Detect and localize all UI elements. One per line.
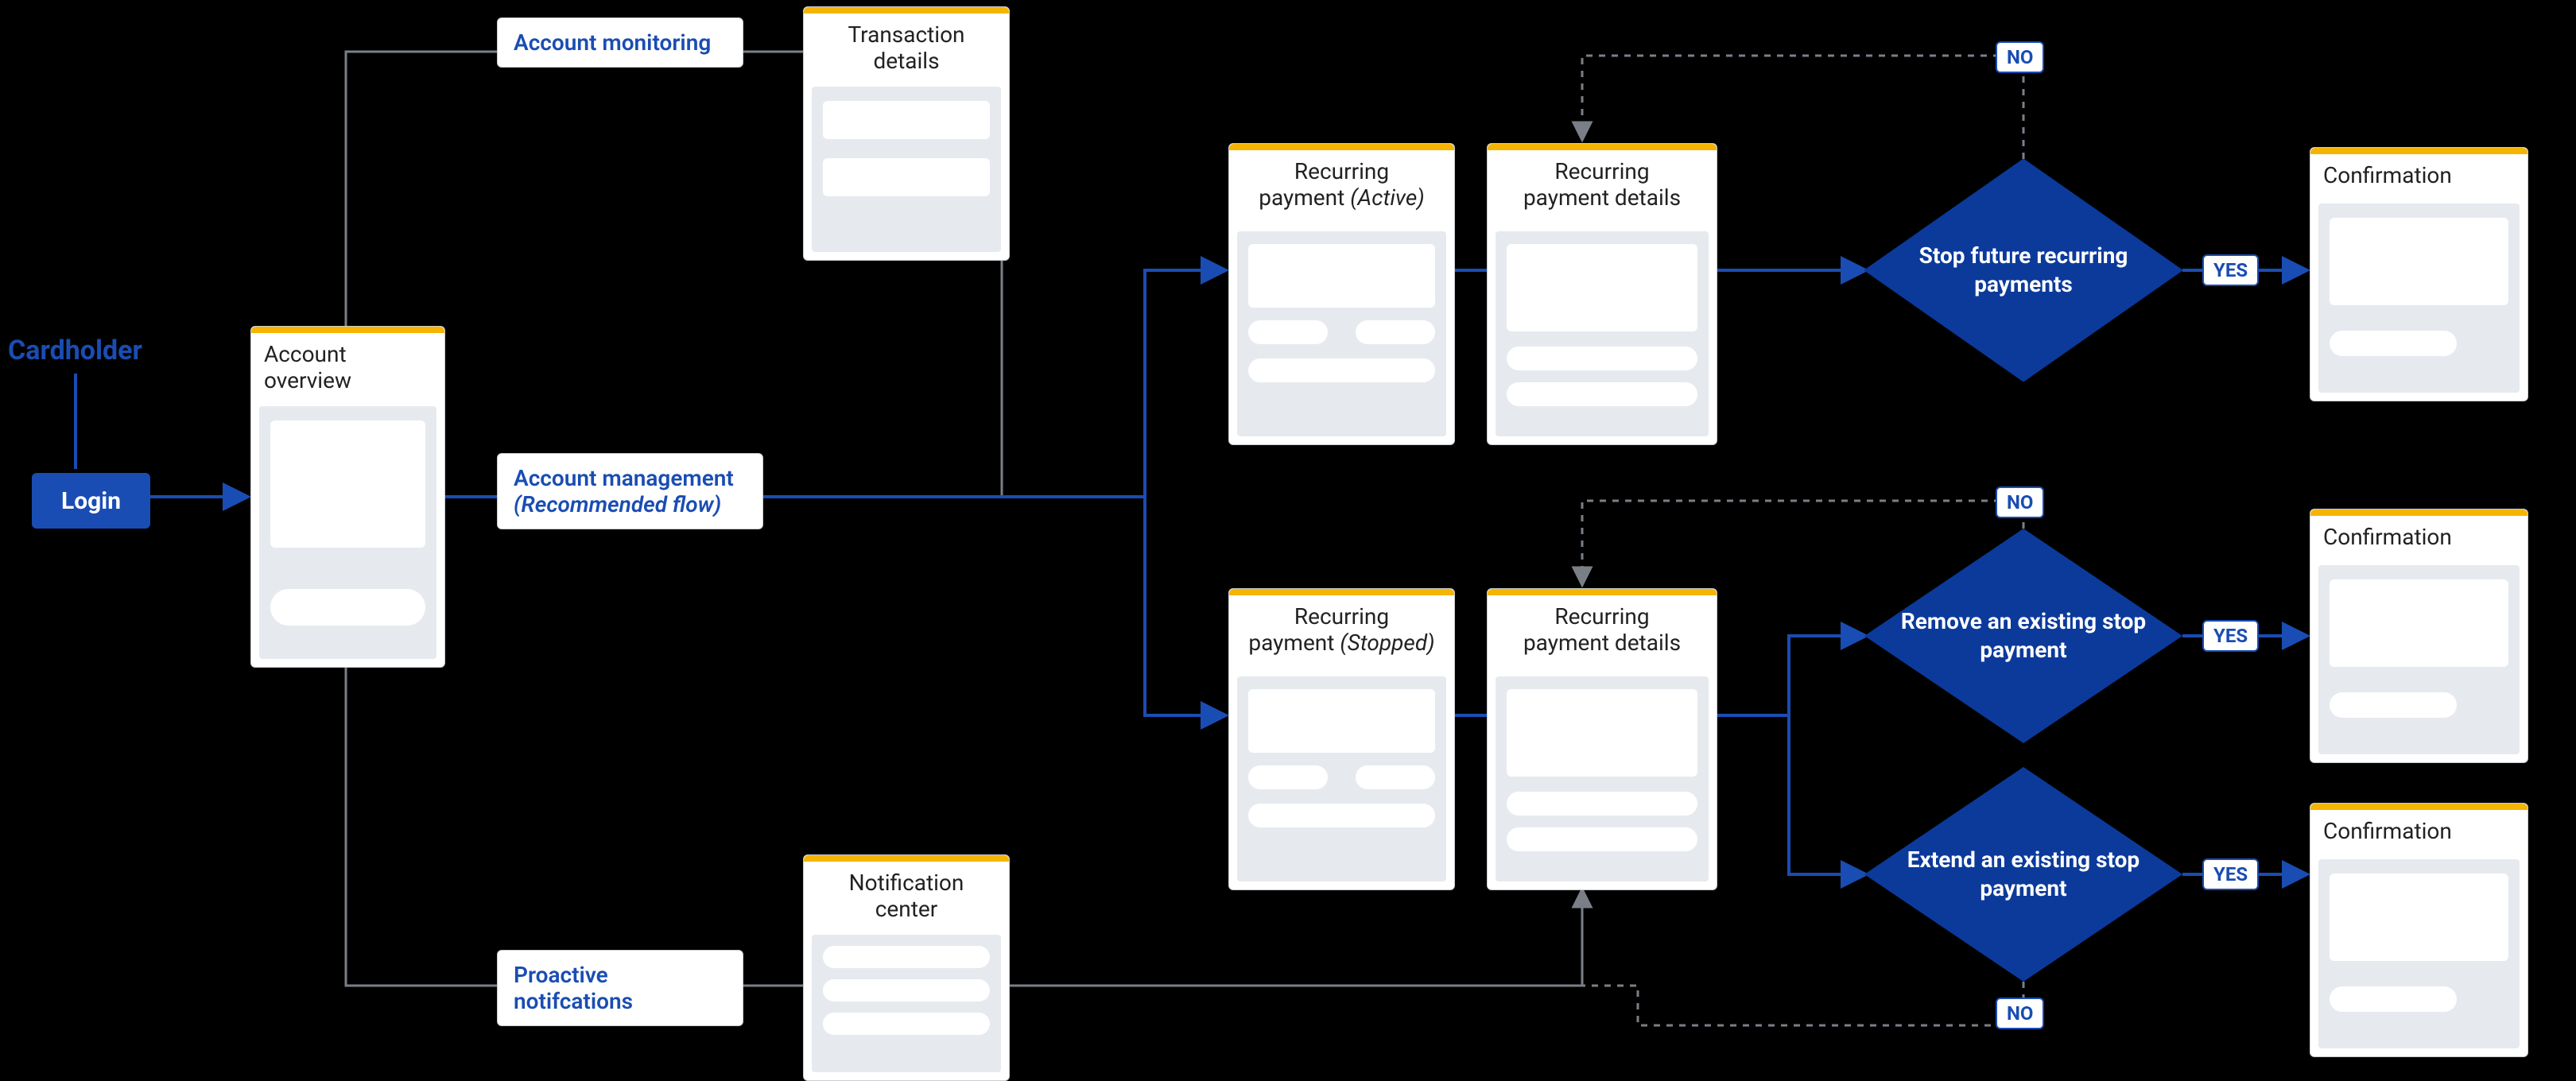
card-title: Confirmation [2323, 162, 2515, 188]
tag-no: NO [1996, 486, 2044, 518]
card-confirmation-3: Confirmation [2310, 803, 2528, 1057]
decision-stop-future: Stop future recurring payments [1864, 159, 2182, 382]
card-title: Recurring payment (Active) [1242, 158, 1441, 211]
tag-yes: YES [2202, 620, 2259, 652]
tag-yes: YES [2202, 858, 2259, 890]
card-recurring-stopped: Recurring payment (Stopped) [1228, 588, 1455, 890]
card-body [259, 406, 436, 659]
step-label-line1: Account management [514, 465, 734, 491]
decision-remove-stop: Remove an existing stop payment [1864, 529, 2182, 743]
card-title: Recurringpayment details [1500, 603, 1704, 656]
tag-yes: YES [2202, 254, 2259, 286]
card-title: Account overview [264, 341, 432, 393]
card-recurring-active: Recurring payment (Active) [1228, 143, 1455, 445]
card-title: Notification center [817, 870, 996, 922]
step-label-line2: (Recommended flow) [514, 491, 721, 517]
step-account-monitoring: Account monitoring [497, 17, 743, 68]
card-confirmation-1: Confirmation [2310, 147, 2528, 401]
decision-label: Remove an existing stop payment [1864, 529, 2182, 743]
card-confirmation-2: Confirmation [2310, 509, 2528, 763]
card-title: Transaction details [817, 21, 996, 74]
card-title: Confirmation [2323, 524, 2515, 550]
step-label: Proactive notifcations [514, 962, 633, 1014]
decision-extend-stop: Extend an existing stop payment [1864, 767, 2182, 982]
card-accent [251, 327, 444, 333]
card-transaction-details: Transaction details [803, 6, 1010, 261]
card-title: Confirmation [2323, 818, 2515, 844]
card-notification-center: Notification center [803, 854, 1010, 1081]
flow-diagram: Cardholder Login Account overview Accoun… [0, 0, 2576, 1081]
step-proactive-notifications: Proactive notifcations [497, 950, 743, 1026]
tag-no: NO [1996, 41, 2044, 73]
card-account-overview: Account overview [250, 326, 445, 668]
step-account-management: Account management (Recommended flow) [497, 453, 763, 529]
actor-label: Cardholder [8, 334, 142, 368]
step-label: Account monitoring [514, 29, 711, 56]
decision-label: Stop future recurring payments [1864, 159, 2182, 382]
card-recurring-details-top: Recurringpayment details [1487, 143, 1717, 445]
card-title: Recurring payment (Stopped) [1242, 603, 1441, 656]
login-node: Login [32, 473, 150, 529]
card-recurring-details-bottom: Recurringpayment details [1487, 588, 1717, 890]
tag-no: NO [1996, 998, 2044, 1029]
decision-label: Extend an existing stop payment [1864, 767, 2182, 982]
card-title: Recurringpayment details [1500, 158, 1704, 211]
